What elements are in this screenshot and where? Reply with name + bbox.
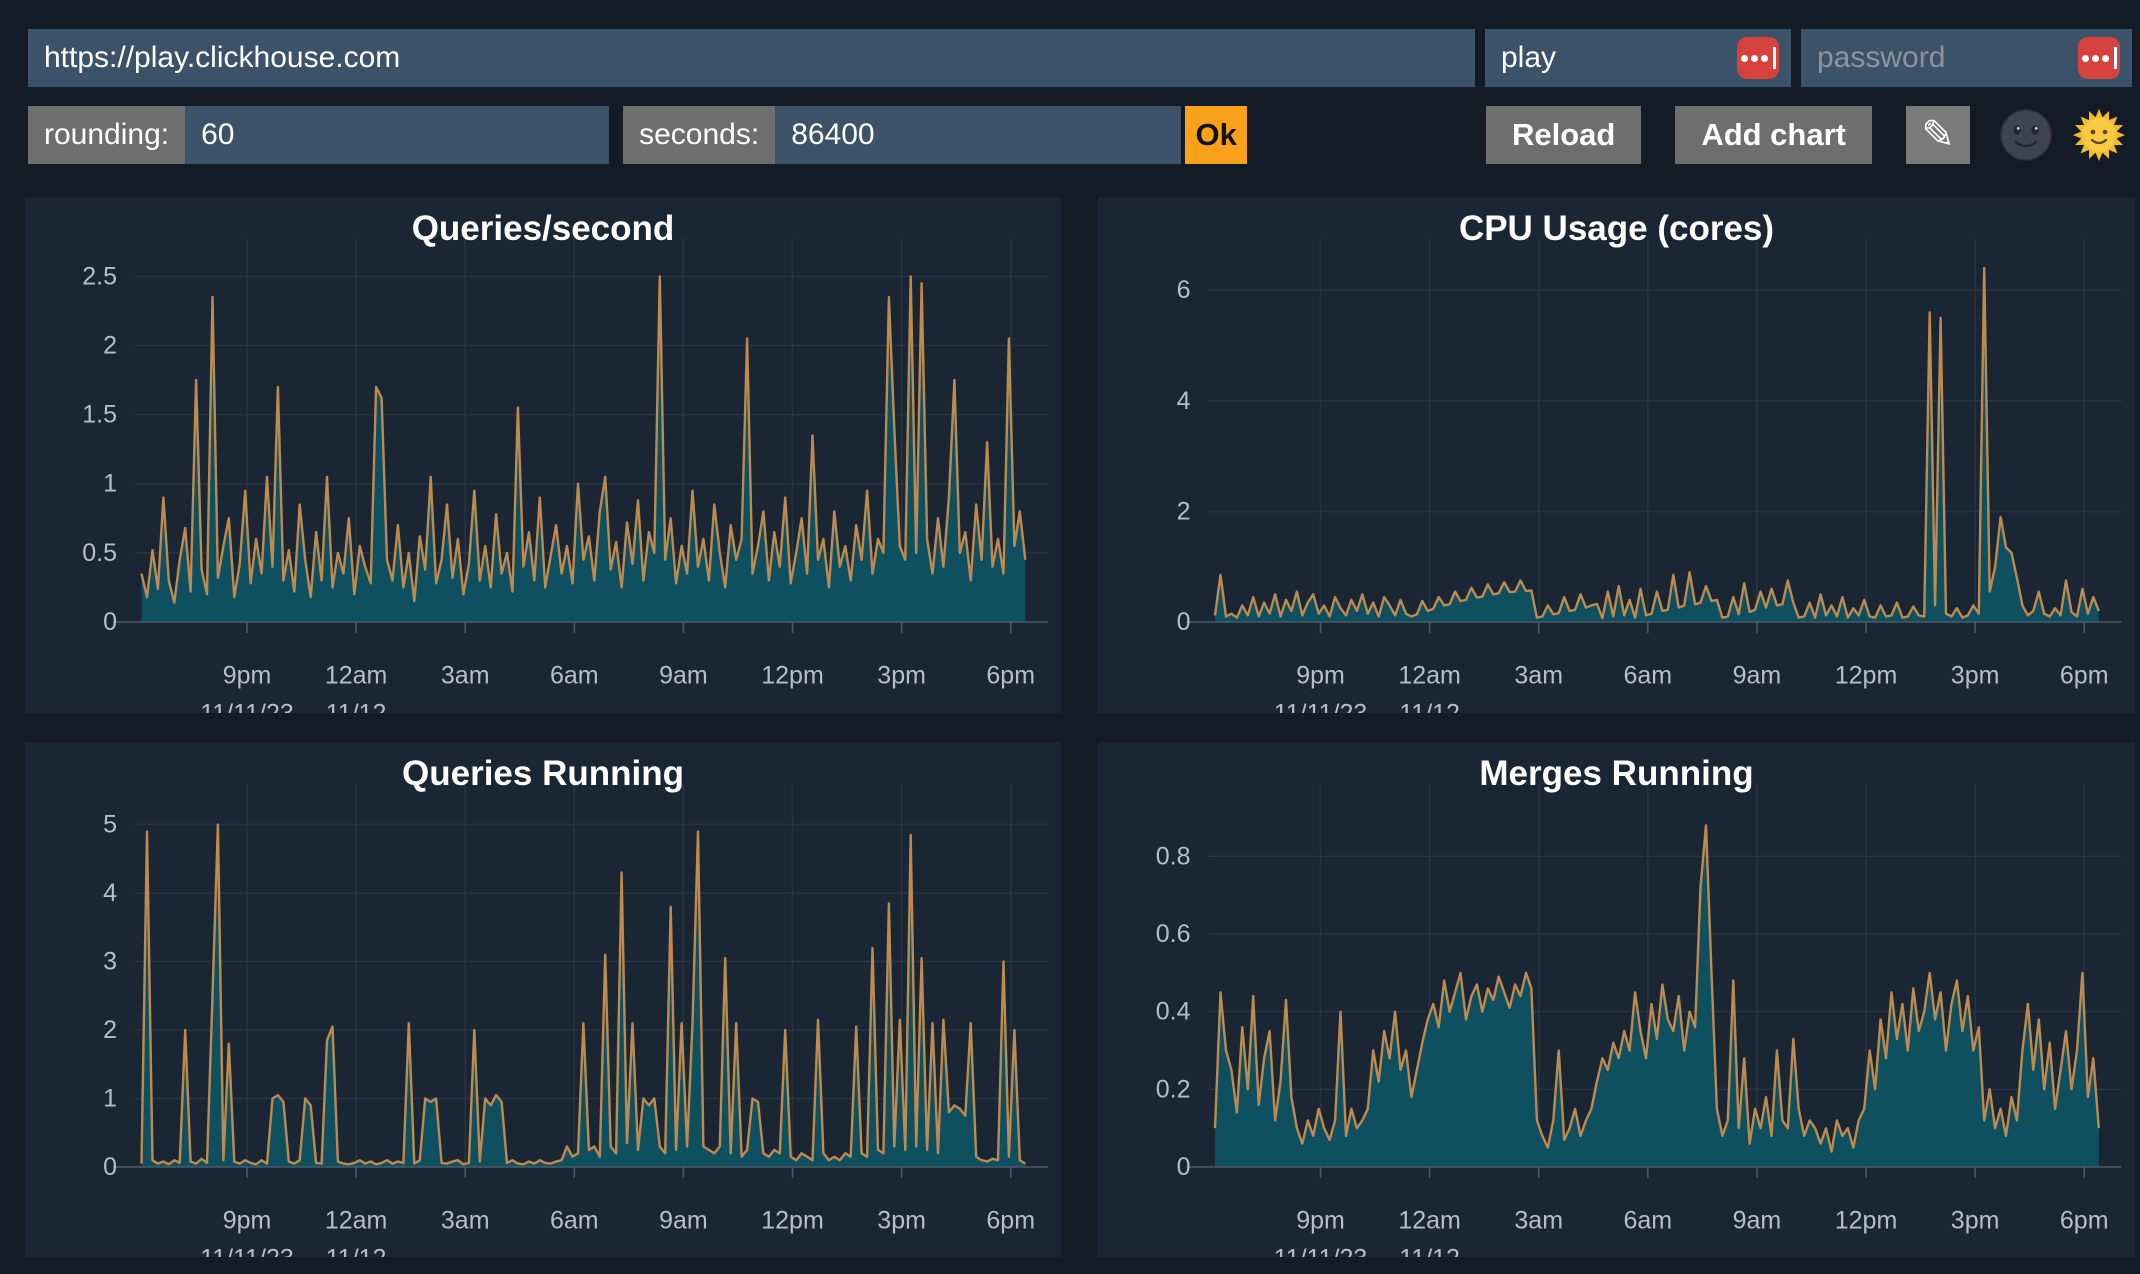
- svg-text:11/11/23: 11/11/23: [1274, 700, 1368, 713]
- svg-text:5: 5: [103, 811, 117, 839]
- chart-panel-merges-running: Merges Running 00.20.40.60.89pm12am3am6a…: [1098, 742, 2135, 1257]
- chart-canvas-merges-running[interactable]: 0 0.2 0.4 0.6 0.8 9pm 12am 3am 6am 9am 12pm 3pm 6pm 1…: [1098, 742, 2135, 1257]
- chart-canvas-cpu-usage[interactable]: 0 2 4 6 9pm 12am 3am 6am 9am 12pm 3pm 6pm 11/11/23 11…: [1098, 197, 2135, 713]
- svg-text:3am: 3am: [441, 662, 490, 690]
- chart-panel-queries-per-second: Queries/second 00.511.522.59pm12am3am6am…: [25, 197, 1061, 713]
- svg-text:2: 2: [103, 331, 117, 359]
- svg-text:1.5: 1.5: [82, 401, 117, 429]
- svg-text:9am: 9am: [659, 1207, 708, 1235]
- svg-text:3pm: 3pm: [1951, 662, 2000, 690]
- svg-text:0: 0: [1177, 608, 1191, 636]
- svg-text:9pm: 9pm: [223, 1207, 272, 1235]
- browser-toolbar: [28, 29, 2132, 87]
- dark-theme-toggle[interactable]: [2000, 106, 2052, 164]
- moon-icon: [2000, 109, 2052, 161]
- cursor-bar: [1773, 47, 1776, 69]
- svg-text:0.8: 0.8: [1156, 842, 1191, 870]
- reload-button[interactable]: Reload: [1486, 106, 1641, 164]
- svg-text:4: 4: [1177, 387, 1191, 415]
- svg-text:9pm: 9pm: [1296, 662, 1345, 690]
- svg-text:12pm: 12pm: [761, 1207, 824, 1235]
- chart-panel-cpu-usage: CPU Usage (cores) 02469pm12am3am6am9am12…: [1098, 197, 2135, 713]
- pencil-icon: ✎: [1921, 112, 1955, 158]
- svg-text:0: 0: [103, 608, 117, 636]
- svg-text:0.4: 0.4: [1156, 998, 1191, 1026]
- svg-text:6am: 6am: [550, 662, 599, 690]
- password-manager-icon[interactable]: [1737, 37, 1779, 79]
- dot: [2082, 55, 2089, 62]
- svg-text:11/12: 11/12: [1399, 1245, 1460, 1257]
- sun-icon: [2072, 108, 2126, 162]
- svg-text:11/12: 11/12: [326, 700, 387, 713]
- dot: [1741, 55, 1748, 62]
- svg-text:0.2: 0.2: [1156, 1075, 1191, 1103]
- add-chart-button[interactable]: Add chart: [1675, 106, 1872, 164]
- svg-text:12am: 12am: [1398, 1207, 1461, 1235]
- svg-text:11/12: 11/12: [1399, 700, 1460, 713]
- svg-text:12am: 12am: [325, 662, 388, 690]
- chart-canvas-queries-running[interactable]: 0 1 2 3 4 5 9pm 12am 3am 6am 9am 12pm 3pm 6pm 11/11/23…: [25, 742, 1061, 1257]
- seconds-label: seconds:: [623, 106, 775, 164]
- url-input[interactable]: [28, 29, 1475, 87]
- svg-text:3am: 3am: [1514, 662, 1563, 690]
- svg-text:12am: 12am: [325, 1207, 388, 1235]
- svg-text:9pm: 9pm: [223, 662, 272, 690]
- svg-text:3pm: 3pm: [1951, 1207, 2000, 1235]
- svg-text:0: 0: [103, 1153, 117, 1181]
- svg-text:2.5: 2.5: [82, 262, 117, 290]
- charts-grid: Queries/second 00.511.522.59pm12am3am6am…: [25, 197, 2135, 1257]
- seconds-input[interactable]: [775, 106, 1181, 164]
- chart-canvas-queries-per-second[interactable]: 0 0.5 1 1.5 2 2.5 9pm 12am 3am 6am 9am 12pm 3pm 6pm 11…: [25, 197, 1061, 713]
- svg-text:2: 2: [1177, 497, 1191, 525]
- rounding-input[interactable]: [185, 106, 609, 164]
- light-theme-toggle[interactable]: [2072, 106, 2126, 164]
- svg-text:11/11/23: 11/11/23: [200, 1245, 294, 1257]
- dot: [1761, 55, 1768, 62]
- chart-panel-queries-running: Queries Running 0123459pm12am3am6am9am12…: [25, 742, 1061, 1257]
- edit-charts-button[interactable]: ✎: [1906, 106, 1970, 164]
- dashboard-controls: rounding: seconds: Ok Reload Add chart ✎: [28, 106, 2126, 164]
- rounding-label: rounding:: [28, 106, 185, 164]
- svg-text:3pm: 3pm: [877, 1207, 926, 1235]
- svg-text:11/11/23: 11/11/23: [200, 700, 294, 713]
- svg-text:3pm: 3pm: [877, 662, 926, 690]
- svg-text:6: 6: [1177, 276, 1191, 304]
- ok-button[interactable]: Ok: [1185, 106, 1247, 164]
- svg-text:6pm: 6pm: [986, 662, 1035, 690]
- password-manager-icon[interactable]: [2078, 37, 2120, 79]
- svg-text:12am: 12am: [1398, 662, 1461, 690]
- user-field-wrap: [1485, 29, 1791, 87]
- svg-text:9am: 9am: [659, 662, 708, 690]
- svg-text:0: 0: [1177, 1153, 1191, 1181]
- svg-text:1: 1: [103, 470, 117, 498]
- svg-text:9am: 9am: [1733, 662, 1782, 690]
- svg-text:3: 3: [103, 948, 117, 976]
- url-field-wrap: [28, 29, 1475, 87]
- svg-text:0.6: 0.6: [1156, 920, 1191, 948]
- svg-text:6am: 6am: [1623, 1207, 1672, 1235]
- svg-text:1: 1: [103, 1085, 117, 1113]
- svg-text:0.5: 0.5: [82, 539, 117, 567]
- svg-text:11/12: 11/12: [326, 1245, 387, 1257]
- svg-text:2: 2: [103, 1016, 117, 1044]
- svg-text:6pm: 6pm: [2060, 662, 2109, 690]
- dot: [1751, 55, 1758, 62]
- svg-text:4: 4: [103, 879, 117, 907]
- svg-text:12pm: 12pm: [1835, 662, 1898, 690]
- svg-text:9am: 9am: [1733, 1207, 1782, 1235]
- svg-text:6am: 6am: [550, 1207, 599, 1235]
- dot: [2102, 55, 2109, 62]
- svg-text:12pm: 12pm: [1835, 1207, 1898, 1235]
- cursor-bar: [2114, 47, 2117, 69]
- svg-text:12pm: 12pm: [761, 662, 824, 690]
- svg-text:6pm: 6pm: [986, 1207, 1035, 1235]
- password-field-wrap: [1801, 29, 2132, 87]
- dot: [2092, 55, 2099, 62]
- svg-text:11/11/23: 11/11/23: [1274, 1245, 1368, 1257]
- svg-text:6pm: 6pm: [2060, 1207, 2109, 1235]
- svg-text:9pm: 9pm: [1296, 1207, 1345, 1235]
- svg-text:6am: 6am: [1623, 662, 1672, 690]
- svg-text:3am: 3am: [441, 1207, 490, 1235]
- svg-text:3am: 3am: [1514, 1207, 1563, 1235]
